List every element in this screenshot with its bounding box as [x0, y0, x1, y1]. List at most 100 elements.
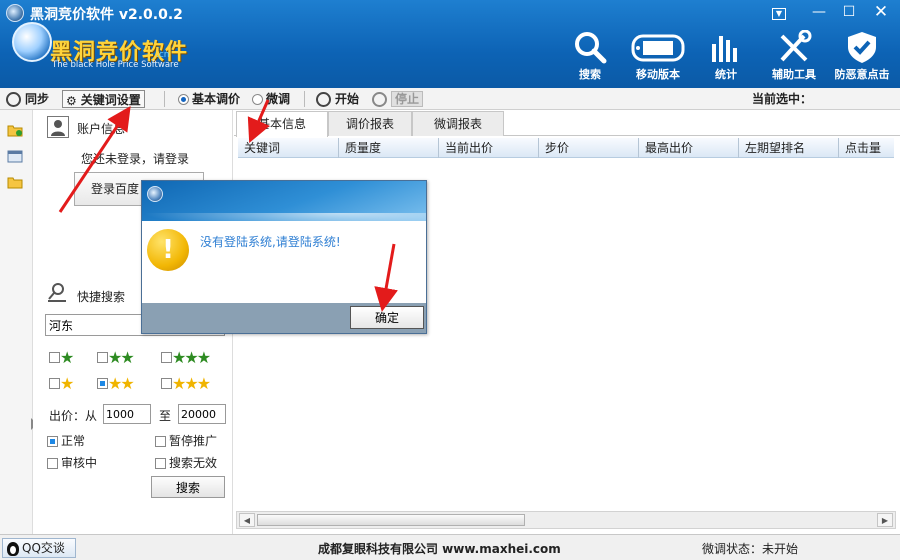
price-to-label: 至 — [159, 409, 172, 423]
status-paused-checkbox[interactable]: 暂停推广 — [155, 432, 217, 449]
star-icon: ★★ — [108, 348, 135, 367]
window-icon[interactable] — [7, 150, 23, 163]
tool-search-button[interactable]: 搜索 — [557, 30, 623, 86]
price-label: 出价：从 — [49, 409, 98, 423]
app-icon — [6, 4, 24, 22]
column-target-rank[interactable]: 左期望排名 — [738, 138, 838, 158]
checkbox — [155, 436, 166, 447]
dialog-footer: 确定 — [142, 303, 426, 333]
stop-icon — [372, 92, 387, 107]
price-from-input[interactable] — [103, 404, 151, 424]
tab-price-report[interactable]: 调价报表 — [328, 111, 412, 136]
basic-adjust-label: 基本调价 — [192, 92, 241, 106]
checkbox — [155, 458, 166, 469]
checkbox — [47, 436, 58, 447]
scroll-right-icon[interactable]: ▶ — [877, 513, 893, 527]
micro-adjust-status: 微调状态：未开始 — [702, 542, 799, 556]
basic-adjust-radio[interactable]: 基本调价 — [178, 90, 240, 108]
column-clicks[interactable]: 点击量 — [838, 138, 894, 158]
title-bar: 黑洞竞价软件 v2.0.0.2 黑洞竞价软件 The black Hole Pr… — [0, 0, 900, 88]
logo-watermark: .cn — [156, 50, 170, 60]
tool-mobile-button[interactable]: 移动版本 — [625, 30, 691, 86]
status-bar: QQ交谈 成都复眼科技有限公司 www.maxhei.com 微调状态：未开始 — [0, 534, 900, 560]
gear-icon: ⚙ — [66, 93, 77, 108]
checkbox — [49, 352, 60, 363]
checkbox — [97, 378, 108, 389]
column-max-bid[interactable]: 最高出价 — [638, 138, 738, 158]
status-normal-label: 正常 — [61, 434, 86, 448]
status-review-checkbox[interactable]: 审核中 — [47, 454, 97, 471]
price-to-input[interactable] — [178, 404, 226, 424]
login-message: 您还未登录，请登录 — [81, 152, 190, 166]
scroll-left-icon[interactable]: ◀ — [239, 513, 255, 527]
tab-basic-info[interactable]: 基本信息 — [236, 111, 328, 137]
status-invalid-label: 搜索无效 — [169, 456, 218, 470]
keyword-settings-label: 关键词设置 — [80, 93, 141, 107]
toolbar: 同步 ⚙ 关键词设置 基本调价 微调 开始 停止 当前选中： — [0, 88, 900, 110]
tool-search-label: 搜索 — [579, 68, 601, 81]
window-menu-button[interactable]: ▼ — [766, 2, 792, 22]
company-info: 成都复眼科技有限公司 www.maxhei.com — [318, 542, 561, 556]
folder-icon[interactable] — [7, 176, 23, 189]
sync-icon — [6, 92, 21, 107]
star-filter-1-green[interactable]: ★ — [49, 348, 74, 367]
close-button[interactable]: ✕ — [868, 2, 894, 22]
star-filter-2-green[interactable]: ★★ — [97, 348, 135, 367]
dialog-header — [142, 181, 426, 229]
status-invalid-checkbox[interactable]: 搜索无效 — [155, 454, 217, 471]
tab-bar: 基本信息 调价报表 微调报表 — [234, 110, 900, 137]
star-filter-3-yellow[interactable]: ★★★ — [161, 374, 211, 393]
status-normal-checkbox[interactable]: 正常 — [47, 432, 85, 449]
current-selected-label: 当前选中： — [752, 92, 813, 106]
dialog-message: 没有登陆系统,请登陆系统! — [200, 235, 341, 249]
mobile-device-icon — [631, 34, 685, 62]
checkbox — [47, 458, 58, 469]
tools-icon — [780, 30, 812, 62]
bar-chart-icon — [712, 36, 737, 62]
dropdown-icon: ▼ — [772, 8, 786, 20]
status-paused-label: 暂停推广 — [169, 434, 218, 448]
star-icon: ★ — [60, 374, 74, 393]
minimize-button[interactable]: — — [806, 2, 832, 22]
search-button[interactable]: 搜索 — [151, 476, 225, 498]
tool-mobile-label: 移动版本 — [636, 68, 680, 81]
qq-chat-label: QQ交谈 — [22, 541, 65, 555]
magnifier-icon — [575, 32, 607, 64]
micro-adjust-radio[interactable]: 微调 — [252, 90, 290, 108]
qq-chat-button[interactable]: QQ交谈 — [2, 538, 76, 558]
tool-assist-button[interactable]: 辅助工具 — [761, 30, 827, 86]
tool-assist-label: 辅助工具 — [772, 68, 816, 81]
star-icon: ★★ — [108, 374, 135, 393]
column-step[interactable]: 步价 — [538, 138, 638, 158]
star-filter-1-yellow[interactable]: ★ — [49, 374, 74, 393]
tab-micro-report[interactable]: 微调报表 — [412, 111, 504, 136]
maximize-button[interactable]: ☐ — [836, 2, 862, 22]
column-quality[interactable]: 质量度 — [338, 138, 438, 158]
stop-label: 停止 — [391, 91, 424, 107]
scrollbar-thumb[interactable] — [257, 514, 525, 526]
star-filter-2-yellow[interactable]: ★★ — [97, 374, 135, 393]
add-folder-icon[interactable] — [7, 124, 23, 137]
tool-stats-button[interactable]: 统计 — [693, 30, 759, 86]
penguin-icon — [7, 541, 19, 556]
ok-button[interactable]: 确定 — [350, 306, 424, 329]
stop-button[interactable]: 停止 — [372, 90, 424, 108]
keyword-settings-button[interactable]: ⚙ 关键词设置 — [62, 90, 145, 108]
toolbar-divider — [164, 91, 165, 107]
radio-icon — [252, 94, 263, 105]
checkbox — [161, 378, 172, 389]
radio-icon — [178, 94, 189, 105]
tool-anticlick-button[interactable]: 防恶意点击 — [829, 30, 895, 86]
sync-button[interactable]: 同步 — [6, 90, 49, 108]
logo-emblem-icon — [12, 22, 52, 62]
start-label: 开始 — [335, 92, 360, 106]
start-button[interactable]: 开始 — [316, 90, 359, 108]
app-icon — [147, 186, 163, 202]
horizontal-scrollbar[interactable]: ◀ ▶ — [236, 511, 896, 529]
column-current-bid[interactable]: 当前出价 — [438, 138, 538, 158]
checkbox — [97, 352, 108, 363]
column-keyword[interactable]: 关键词 — [238, 138, 338, 158]
status-review-label: 审核中 — [61, 456, 98, 470]
star-filter-3-green[interactable]: ★★★ — [161, 348, 211, 367]
tool-stats-label: 统计 — [715, 68, 737, 81]
